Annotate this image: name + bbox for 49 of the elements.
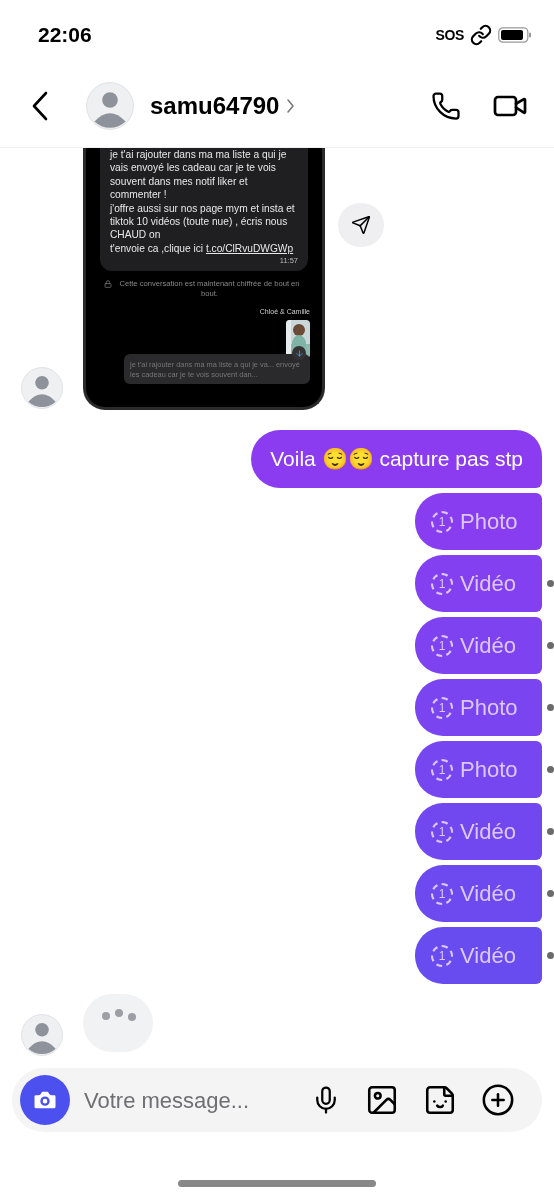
media-label: Vidéo bbox=[460, 818, 516, 846]
view-once-icon: 1 bbox=[431, 510, 453, 533]
send-icon bbox=[351, 215, 371, 235]
outgoing-message: Voila 😌😌 capture pas stp bbox=[251, 430, 542, 488]
message-input[interactable]: Votre message... bbox=[84, 1083, 284, 1117]
avatar-icon bbox=[20, 367, 63, 409]
media-label: Photo bbox=[460, 508, 518, 536]
view-once-media-bubble[interactable]: 1 Photo bbox=[415, 679, 542, 736]
view-once-icon: 1 bbox=[431, 820, 453, 843]
message-text: je t'ai rajouter dans ma ma liste a qui je vais envoyé les cadeau car je te vois souvent dans mes notif liker et commenter ! j'offre aussi sur nos page mym et insta et tiktok 10 vidéos (toute nue) , écris nous CHAUD on t'envoie ca ,clique ici t.co/ClRvuDWGWp bbox=[110, 148, 296, 256]
view-once-media-bubble[interactable]: 1 Photo bbox=[415, 741, 542, 798]
view-once-media-bubble[interactable]: 1 Vidéo bbox=[415, 617, 542, 674]
view-once-media-bubble[interactable]: 1 Vidéo bbox=[415, 555, 542, 612]
media-label: Photo bbox=[460, 756, 518, 784]
media-label: Photo bbox=[460, 694, 518, 722]
view-once-media-bubble[interactable]: 1 Vidéo bbox=[415, 865, 542, 922]
contact-name[interactable]: samu64790 bbox=[150, 88, 280, 124]
media-label: Vidéo bbox=[460, 632, 516, 660]
lock-icon bbox=[104, 279, 112, 288]
view-once-icon: 1 bbox=[431, 696, 453, 719]
back-icon bbox=[32, 91, 48, 121]
avatar-icon bbox=[20, 1014, 63, 1056]
view-once-icon: 1 bbox=[431, 634, 453, 657]
image-icon bbox=[365, 1083, 399, 1117]
status-time: 22:06 bbox=[38, 21, 92, 48]
phone-icon bbox=[431, 91, 461, 121]
view-once-icon: 1 bbox=[431, 944, 453, 967]
view-once-media-bubble[interactable]: 1 Vidéo bbox=[415, 927, 542, 984]
media-label: Vidéo bbox=[460, 880, 516, 908]
media-label: Vidéo bbox=[460, 570, 516, 598]
view-once-icon: 1 bbox=[431, 572, 453, 595]
battery-icon bbox=[498, 26, 532, 43]
link-icon bbox=[470, 23, 492, 46]
arrow-down-icon bbox=[294, 348, 304, 358]
sticker-icon bbox=[423, 1083, 457, 1117]
add-icon bbox=[481, 1083, 515, 1117]
chevron-right-icon bbox=[287, 99, 295, 113]
share-button[interactable] bbox=[338, 203, 384, 247]
view-once-media-bubble[interactable]: 1 Photo bbox=[415, 493, 542, 550]
avatar-icon bbox=[86, 82, 134, 130]
view-once-media-bubble[interactable]: 1 Vidéo bbox=[415, 803, 542, 860]
add-button[interactable] bbox=[480, 1082, 516, 1118]
media-label: Vidéo bbox=[460, 942, 516, 970]
view-once-icon: 1 bbox=[431, 882, 453, 905]
view-once-icon: 1 bbox=[431, 758, 453, 781]
sos-indicator: SOS bbox=[435, 27, 464, 42]
shared-screenshot[interactable] bbox=[83, 148, 325, 410]
message-link[interactable]: t.co/ClRvuDWGWp bbox=[205, 242, 294, 254]
camera-button[interactable] bbox=[20, 1075, 70, 1125]
